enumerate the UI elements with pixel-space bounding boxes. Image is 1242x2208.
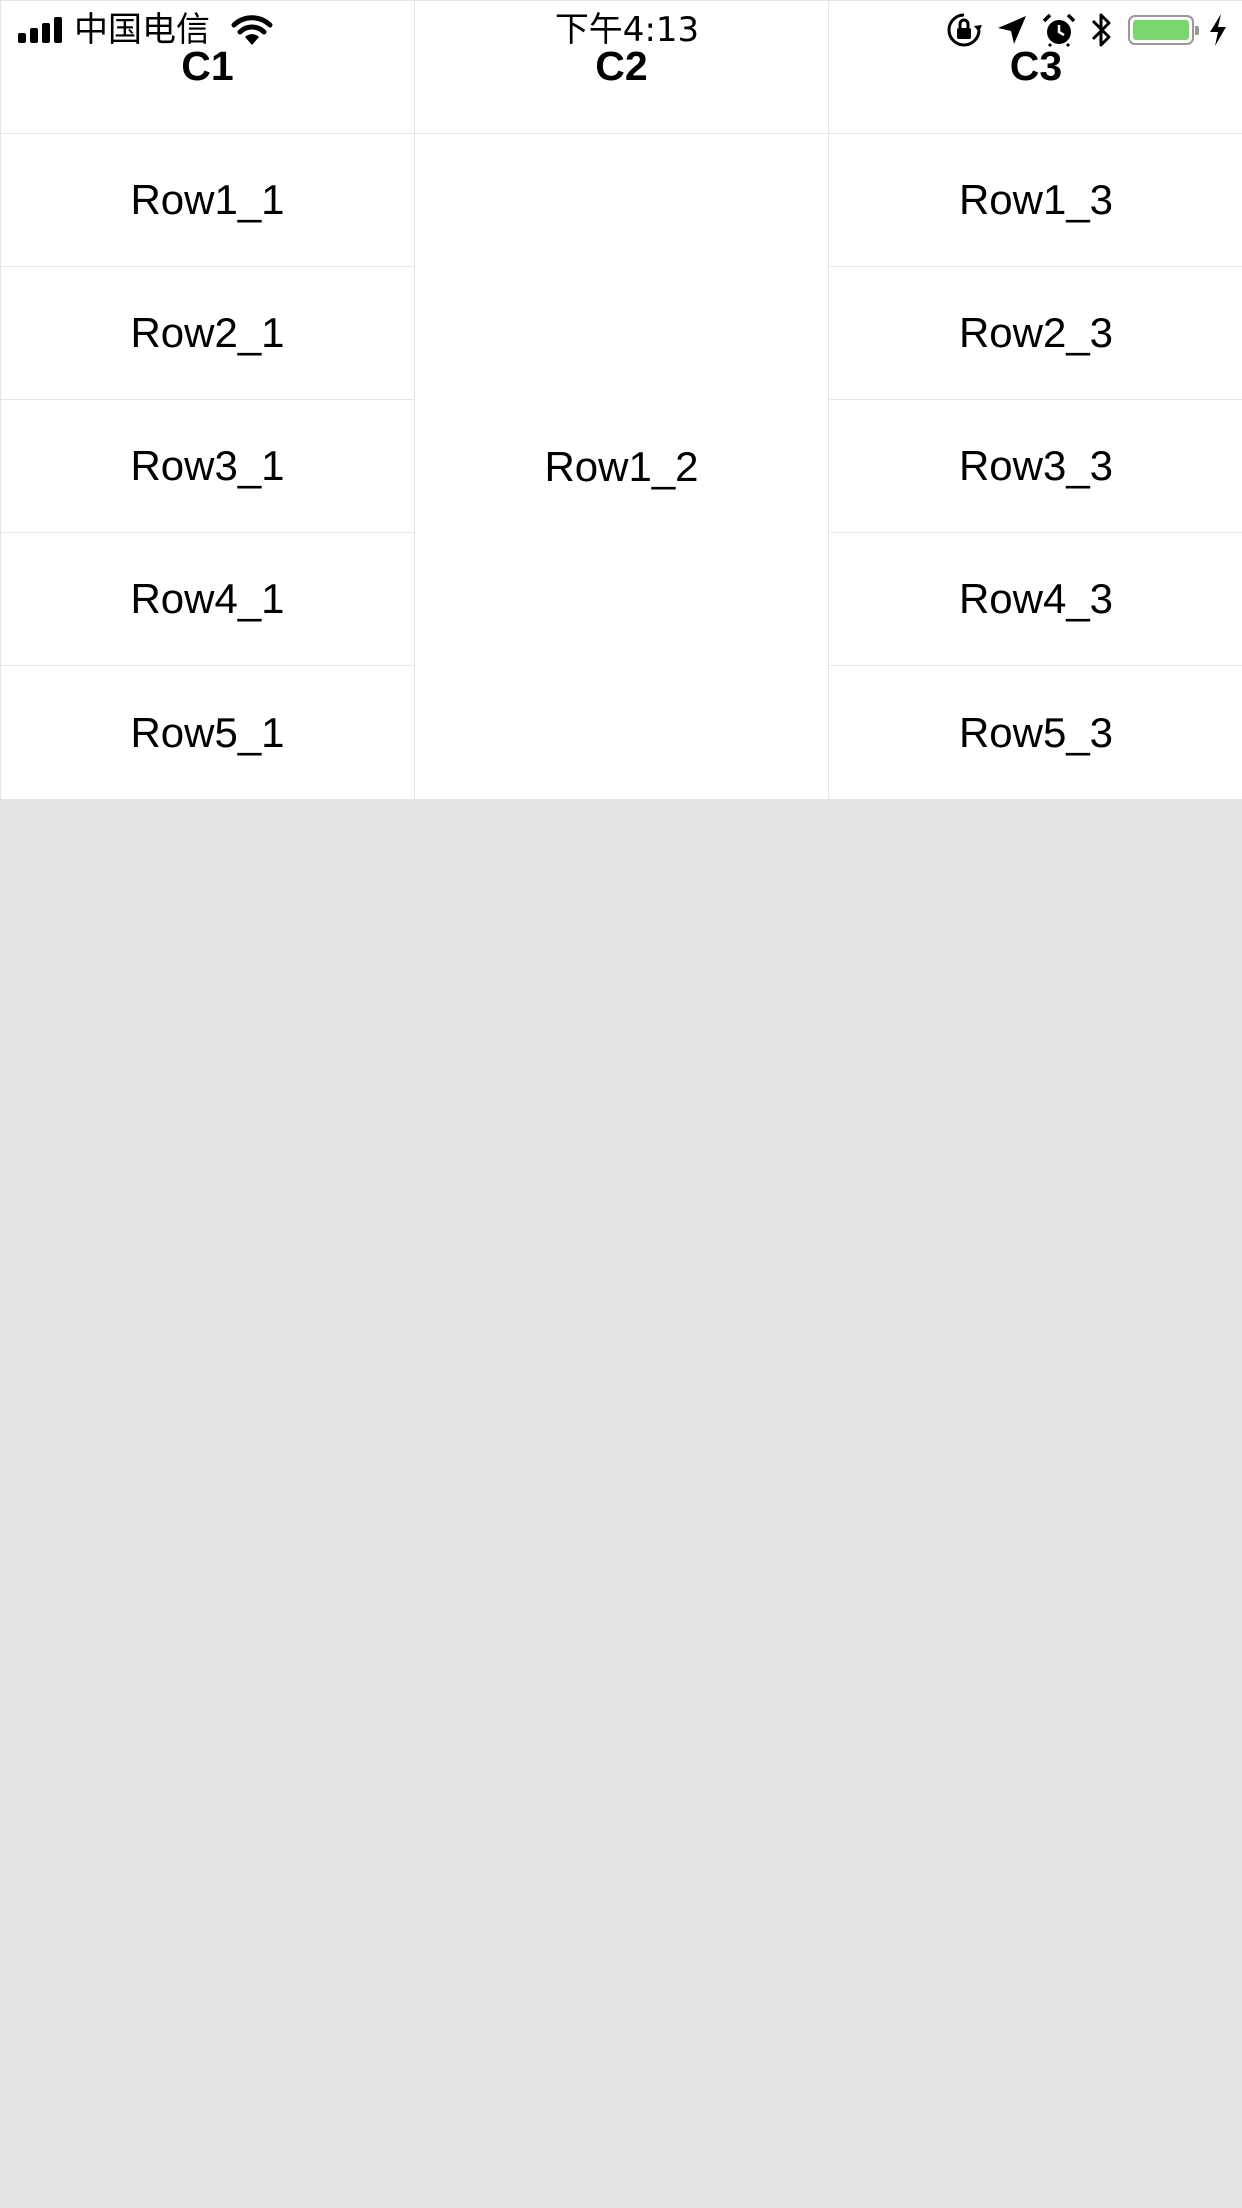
column-header-c1[interactable]: C1: [1, 1, 415, 134]
table-cell-row3-col3[interactable]: Row3_3: [829, 400, 1242, 533]
table-cell-row2-col1[interactable]: Row2_1: [1, 267, 415, 400]
column-header-c2[interactable]: C2: [415, 1, 829, 134]
table-cell-row3-col1[interactable]: Row3_1: [1, 400, 415, 533]
table-cell-row5-col3[interactable]: Row5_3: [829, 666, 1242, 799]
table-cell-row2-col3[interactable]: Row2_3: [829, 267, 1242, 400]
data-table: C1 C2 C3 Row1_1 Row1_2 Row1_3 Row2_1 Row…: [0, 0, 1242, 799]
table-cell-row5-col1[interactable]: Row5_1: [1, 666, 415, 799]
table-cell-row1-col1[interactable]: Row1_1: [1, 134, 415, 267]
column-header-c3[interactable]: C3: [829, 1, 1242, 134]
table-cell-row4-col1[interactable]: Row4_1: [1, 533, 415, 666]
table-cell-row4-col3[interactable]: Row4_3: [829, 533, 1242, 666]
table-cell-row1-col3[interactable]: Row1_3: [829, 134, 1242, 267]
table-cell-row1-col2-merged[interactable]: Row1_2: [415, 134, 829, 799]
